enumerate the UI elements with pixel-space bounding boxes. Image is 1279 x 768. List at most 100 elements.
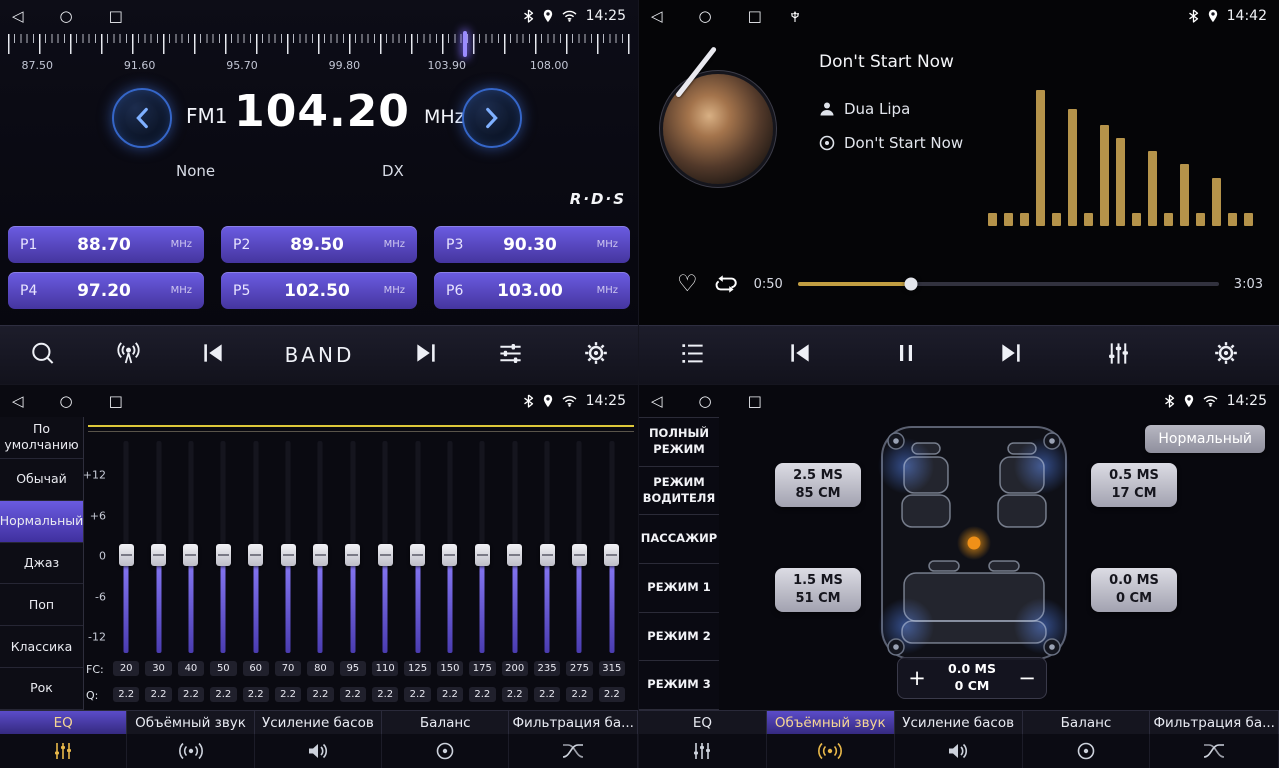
radio-preset-button[interactable]: P5102.50MHz	[221, 272, 417, 309]
eq-preset-item[interactable]: Рок	[0, 668, 83, 710]
eq-shortcut-button[interactable]	[497, 340, 524, 371]
nav-back-icon[interactable]: ◁	[651, 394, 663, 409]
next-button[interactable]	[998, 340, 1024, 370]
sound-mode-item[interactable]: РЕЖИМ 3	[639, 661, 719, 710]
sound-mode-item[interactable]: РЕЖИМ 2	[639, 613, 719, 662]
seek-up-button[interactable]	[413, 340, 439, 370]
tab-bass-boost[interactable]: Усиление басов	[255, 710, 382, 768]
eq-slider-handle[interactable]	[507, 544, 522, 566]
eq-slider-handle[interactable]	[313, 544, 328, 566]
eq-preset-item[interactable]: Классика	[0, 626, 83, 668]
nav-back-icon[interactable]: ◁	[12, 9, 24, 24]
eq-band-slider[interactable]	[596, 441, 628, 653]
eq-band-slider[interactable]	[531, 441, 563, 653]
eq-slider-handle[interactable]	[345, 544, 360, 566]
delay-front-right[interactable]: 0.5 MS 17 CM	[1091, 463, 1177, 507]
seek-bar[interactable]	[798, 282, 1219, 286]
playlist-button[interactable]	[679, 340, 706, 371]
radio-preset-button[interactable]: P390.30MHz	[434, 226, 630, 263]
eq-band-slider[interactable]	[142, 441, 174, 653]
tune-up-button[interactable]	[462, 88, 522, 148]
delay-front-left[interactable]: 2.5 MS 85 CM	[775, 463, 861, 507]
eq-slider-handle[interactable]	[442, 544, 457, 566]
sound-mode-item[interactable]: ПОЛНЫЙ РЕЖИМ	[639, 417, 719, 467]
seek-down-button[interactable]	[200, 340, 226, 370]
tab-balance[interactable]: Баланс	[1023, 710, 1151, 768]
eq-band-slider[interactable]	[563, 441, 595, 653]
eq-slider-handle[interactable]	[119, 544, 134, 566]
favorite-button[interactable]: ♡	[677, 273, 698, 296]
sound-mode-item[interactable]: РЕЖИМ ВОДИТЕЛЯ	[639, 467, 719, 516]
eq-band-slider[interactable]	[207, 441, 239, 653]
radio-preset-button[interactable]: P289.50MHz	[221, 226, 417, 263]
tuner-indicator[interactable]	[463, 31, 467, 57]
eq-slider-handle[interactable]	[572, 544, 587, 566]
eq-preset-item[interactable]: Обычай	[0, 459, 83, 501]
sound-mode-item[interactable]: ПАССАЖИР	[639, 515, 719, 564]
eq-slider-handle[interactable]	[604, 544, 619, 566]
eq-slider-handle[interactable]	[475, 544, 490, 566]
scan-button[interactable]	[29, 340, 56, 371]
delay-increase-button[interactable]: +	[898, 668, 936, 689]
eq-slider-handle[interactable]	[281, 544, 296, 566]
repeat-icon[interactable]	[713, 272, 739, 296]
nav-recents-icon[interactable]: □	[748, 9, 762, 24]
settings-button[interactable]	[1213, 340, 1239, 370]
nav-recents-icon[interactable]: □	[748, 394, 762, 409]
eq-slider-handle[interactable]	[540, 544, 555, 566]
radio-preset-button[interactable]: P6103.00MHz	[434, 272, 630, 309]
delay-decrease-button[interactable]: −	[1008, 668, 1046, 689]
eq-band-slider[interactable]	[369, 441, 401, 653]
tune-down-button[interactable]	[112, 88, 172, 148]
eq-preset-item[interactable]: Джаз	[0, 543, 83, 585]
eq-band-slider[interactable]	[401, 441, 433, 653]
tab-bass-boost[interactable]: Усиление басов	[895, 710, 1023, 768]
eq-band-slider[interactable]	[337, 441, 369, 653]
seat-map[interactable]	[869, 421, 1079, 666]
sound-mode-item[interactable]: РЕЖИМ 1	[639, 564, 719, 613]
tab-surround[interactable]: Объёмный звук	[127, 710, 254, 768]
band-button[interactable]: BAND	[285, 343, 355, 367]
sound-preset-button[interactable]: Нормальный	[1145, 425, 1265, 453]
eq-band-slider[interactable]	[304, 441, 336, 653]
eq-band-slider[interactable]	[240, 441, 272, 653]
frequency-scale[interactable]: 87.5091.6095.7099.80103.90108.00	[8, 34, 630, 80]
eq-band-slider[interactable]	[466, 441, 498, 653]
eq-band-slider[interactable]	[272, 441, 304, 653]
eq-slider-handle[interactable]	[378, 544, 393, 566]
eq-preset-item[interactable]: Поп	[0, 584, 83, 626]
frequency-ruler[interactable]	[8, 34, 630, 54]
settings-button[interactable]	[583, 340, 609, 370]
nav-back-icon[interactable]: ◁	[651, 9, 663, 24]
eq-band-slider[interactable]	[110, 441, 142, 653]
delay-rear-right[interactable]: 0.0 MS 0 CM	[1091, 568, 1177, 612]
tab-filter[interactable]: Фильтрация ба...	[1150, 710, 1279, 768]
previous-button[interactable]	[787, 340, 813, 370]
tab-filter[interactable]: Фильтрация ба...	[509, 710, 638, 768]
eq-slider-handle[interactable]	[216, 544, 231, 566]
tab-surround[interactable]: Объёмный звук	[767, 710, 895, 768]
delay-rear-left[interactable]: 1.5 MS 51 CM	[775, 568, 861, 612]
pause-button[interactable]	[894, 340, 918, 370]
eq-band-slider[interactable]	[175, 441, 207, 653]
radio-preset-button[interactable]: P188.70MHz	[8, 226, 204, 263]
nav-home-icon[interactable]: ○	[60, 394, 73, 409]
tab-eq[interactable]: EQ	[0, 710, 127, 768]
eq-preset-item[interactable]: По умолчанию	[0, 417, 83, 459]
nav-back-icon[interactable]: ◁	[12, 394, 24, 409]
nav-home-icon[interactable]: ○	[699, 9, 712, 24]
radio-preset-button[interactable]: P497.20MHz	[8, 272, 204, 309]
eq-slider-handle[interactable]	[151, 544, 166, 566]
eq-band-slider[interactable]	[499, 441, 531, 653]
tab-balance[interactable]: Баланс	[382, 710, 509, 768]
eq-slider-handle[interactable]	[183, 544, 198, 566]
nav-home-icon[interactable]: ○	[699, 394, 712, 409]
mixer-button[interactable]	[1105, 340, 1132, 371]
nav-recents-icon[interactable]: □	[109, 9, 123, 24]
nav-recents-icon[interactable]: □	[109, 394, 123, 409]
eq-slider-handle[interactable]	[248, 544, 263, 566]
eq-slider-handle[interactable]	[410, 544, 425, 566]
tab-eq[interactable]: EQ	[639, 710, 767, 768]
nav-home-icon[interactable]: ○	[60, 9, 73, 24]
progress-knob[interactable]	[905, 278, 918, 291]
